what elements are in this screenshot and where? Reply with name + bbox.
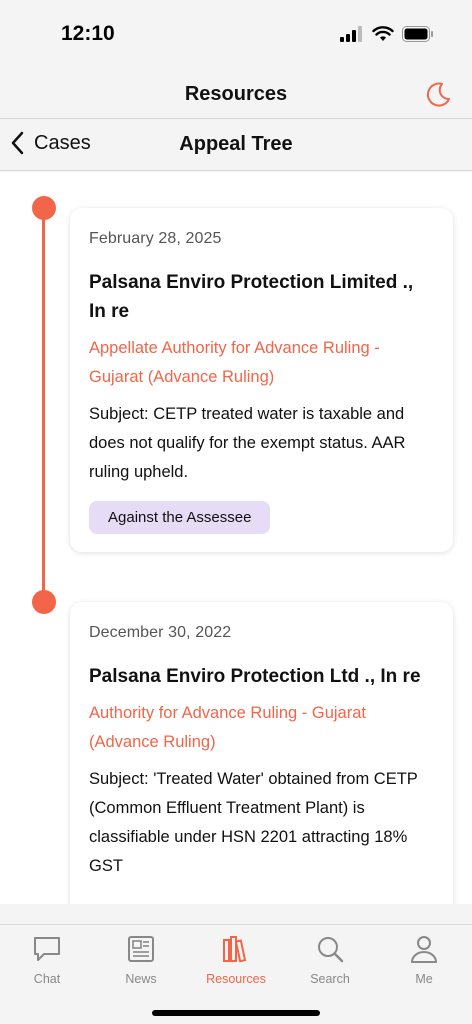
tab-me[interactable]: Me — [384, 933, 464, 986]
moon-icon[interactable] — [424, 81, 452, 109]
status-time: 12:10 — [61, 22, 115, 45]
case-title: Palsana Enviro Protection Limited ., In … — [89, 272, 414, 322]
section-title: Appeal Tree — [179, 133, 293, 155]
nav-header: Resources — [0, 70, 472, 119]
page-title: Resources — [184, 83, 288, 105]
tab-chat[interactable]: Chat — [7, 933, 87, 986]
battery-icon — [402, 26, 433, 42]
news-icon — [128, 936, 154, 962]
timeline-dot — [32, 196, 56, 220]
case-authority: Authority for Advance Ruling - Gujarat (… — [89, 704, 366, 751]
tab-label: Search — [310, 972, 350, 986]
home-indicator[interactable] — [152, 1010, 320, 1016]
case-authority: Appellate Authority for Advance Ruling -… — [89, 339, 380, 386]
timeline-line — [42, 208, 45, 602]
tab-resources[interactable]: Resources — [196, 933, 276, 986]
case-card[interactable]: February 28, 2025 Palsana Enviro Protect… — [70, 208, 453, 552]
chat-icon — [34, 937, 60, 961]
timeline-dot — [32, 590, 56, 614]
cellular-signal-icon — [340, 26, 362, 42]
case-date: February 28, 2025 — [89, 230, 222, 247]
search-icon — [318, 937, 344, 963]
tab-news[interactable]: News — [101, 933, 181, 986]
person-icon — [411, 936, 437, 963]
tab-label: Chat — [33, 972, 61, 986]
appeal-tree-list[interactable]: February 28, 2025 Palsana Enviro Protect… — [0, 172, 472, 904]
case-subject: Subject: 'Treated Water' obtained from C… — [89, 770, 418, 875]
case-subject: Subject: CETP treated water is taxable a… — [89, 405, 406, 481]
wifi-icon — [372, 26, 394, 41]
tab-bar: Chat News Resources Search Me — [0, 924, 472, 1024]
books-icon — [223, 936, 247, 963]
tab-label: Me — [415, 972, 433, 986]
outcome-badge: Against the Assessee — [89, 501, 271, 534]
status-icons — [340, 26, 434, 42]
tab-label: Resources — [206, 972, 266, 986]
case-date: December 30, 2022 — [89, 624, 232, 641]
case-title: Palsana Enviro Protection Ltd ., In re — [89, 666, 421, 687]
status-bar: 12:10 — [0, 0, 472, 70]
sub-header: Cases Appeal Tree — [0, 120, 472, 171]
tab-label: News — [125, 972, 157, 986]
case-card[interactable]: December 30, 2022 Palsana Enviro Protect… — [70, 602, 453, 904]
tab-search[interactable]: Search — [290, 933, 370, 986]
